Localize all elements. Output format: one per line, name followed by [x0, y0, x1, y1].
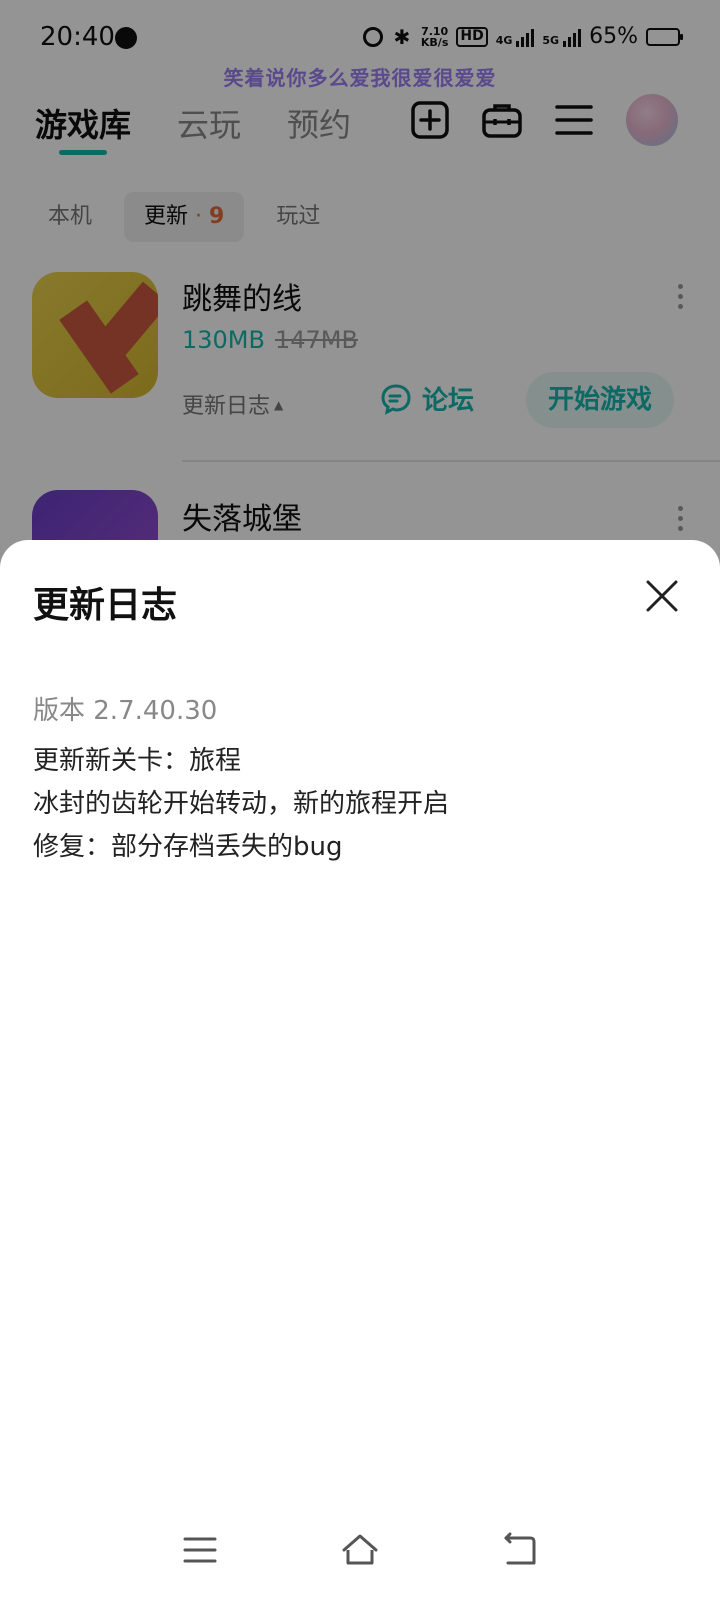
close-button[interactable]: [642, 576, 682, 616]
release-note-line: 更新新关卡：旅程: [33, 746, 242, 776]
release-notes: 更新新关卡：旅程 冰封的齿轮开始转动，新的旅程开启 修复：部分存档丢失的bug: [33, 740, 683, 869]
home-icon: [342, 1534, 378, 1565]
system-nav-bar: [0, 1510, 720, 1600]
menu-icon: [183, 1537, 217, 1563]
release-note-line: 冰封的齿轮开始转动，新的旅程开启: [33, 789, 450, 819]
home-button[interactable]: [340, 1530, 380, 1570]
recents-button[interactable]: [180, 1530, 220, 1570]
version-label: 版本 2.7.40.30: [33, 696, 218, 726]
update-log-sheet: 更新日志 版本 2.7.40.30 更新新关卡：旅程 冰封的齿轮开始转动，新的旅…: [0, 540, 720, 1600]
close-icon: [646, 580, 678, 612]
back-button[interactable]: [500, 1530, 540, 1570]
release-note-line: 修复：部分存档丢失的bug: [33, 832, 343, 862]
sheet-title: 更新日志: [33, 585, 178, 626]
back-icon: [504, 1532, 536, 1565]
